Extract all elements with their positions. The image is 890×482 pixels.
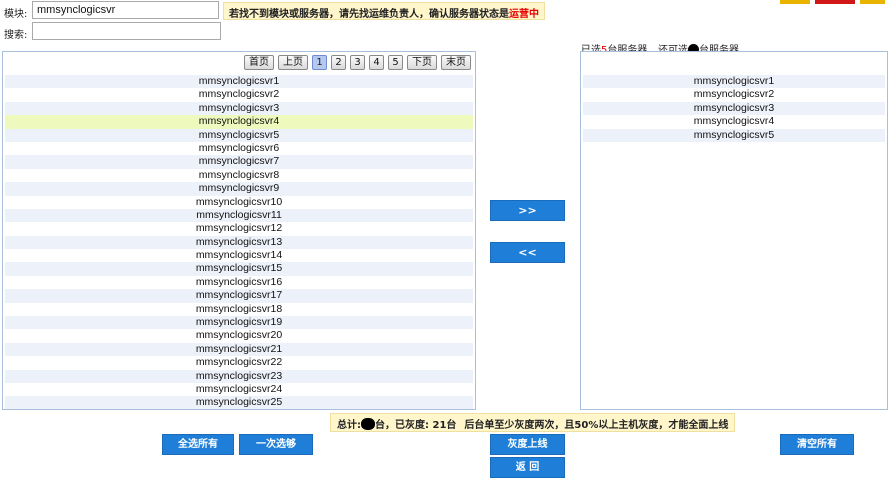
top-banner-decoration: [760, 0, 890, 4]
server-list-item[interactable]: mmsynclogicsvr3: [5, 101, 473, 116]
server-list-item[interactable]: mmsynclogicsvr1: [583, 75, 885, 89]
prev-page-button[interactable]: 上页: [278, 55, 308, 70]
page-2-button[interactable]: 2: [331, 55, 346, 70]
hint-message: 若找不到模块或服务器，请先找运维负责人，确认服务器状态是运营中: [223, 2, 545, 20]
server-list-item[interactable]: mmsynclogicsvr9: [5, 182, 473, 196]
redaction-mark: [361, 418, 375, 430]
server-list-item[interactable]: mmsynclogicsvr19: [5, 316, 473, 330]
select-once-button[interactable]: 一次选够: [239, 434, 313, 455]
total-suffix: 台，已灰度: 21台: [375, 420, 457, 431]
server-list-item[interactable]: mmsynclogicsvr20: [5, 329, 473, 342]
clear-all-button[interactable]: 清空所有: [780, 434, 854, 455]
server-list-item[interactable]: mmsynclogicsvr16: [5, 276, 473, 289]
gray-release-button[interactable]: 灰度上线: [490, 434, 565, 455]
server-list-item[interactable]: mmsynclogicsvr22: [5, 356, 473, 369]
selected-server-panel: mmsynclogicsvr1 mmsynclogicsvr2 mmsynclogi…: [580, 51, 888, 410]
gray-stats-bar: 总计: 台，已灰度: 21台 后台单至少灰度两次，且50%以上主机灰度，才能全面上线: [330, 413, 736, 432]
server-list-item[interactable]: mmsynclogicsvr4: [583, 115, 885, 128]
available-server-list: mmsynclogicsvr1 mmsynclogicsvr2 mmsynclogi…: [5, 75, 473, 409]
next-page-button[interactable]: 下页: [407, 55, 437, 70]
page-1-button[interactable]: 1: [312, 55, 327, 70]
move-left-button[interactable]: <<: [490, 242, 565, 263]
page-3-button[interactable]: 3: [350, 55, 365, 70]
module-label: 模块:: [4, 9, 28, 20]
server-list-item[interactable]: mmsynclogicsvr21: [5, 342, 473, 357]
search-label: 搜索:: [4, 30, 28, 41]
server-list-item[interactable]: mmsynclogicsvr4: [5, 115, 473, 129]
server-list-item[interactable]: mmsynclogicsvr25: [5, 396, 473, 409]
first-page-button[interactable]: 首页: [244, 55, 274, 70]
move-right-button[interactable]: >>: [490, 200, 565, 221]
server-list-item[interactable]: mmsynclogicsvr6: [5, 142, 473, 155]
module-input[interactable]: [32, 1, 219, 19]
hint-status: 运营中: [509, 9, 539, 20]
server-list-item[interactable]: mmsynclogicsvr14: [5, 249, 473, 262]
server-list-item[interactable]: mmsynclogicsvr3: [583, 101, 885, 116]
server-list-item[interactable]: mmsynclogicsvr1: [5, 75, 473, 89]
gray-rule-text: 后台单至少灰度两次，且50%以上主机灰度，才能全面上线: [464, 420, 729, 431]
back-button[interactable]: 返 回: [490, 457, 565, 478]
server-list-item[interactable]: mmsynclogicsvr15: [5, 262, 473, 276]
server-list-item[interactable]: mmsynclogicsvr18: [5, 303, 473, 316]
server-list-item[interactable]: mmsynclogicsvr2: [583, 88, 885, 101]
last-page-button[interactable]: 末页: [441, 55, 471, 70]
total-prefix: 总计:: [337, 420, 361, 431]
page-4-button[interactable]: 4: [369, 55, 384, 70]
server-list-item[interactable]: mmsynclogicsvr11: [5, 208, 473, 223]
hint-text: 若找不到模块或服务器，请先找运维负责人，确认服务器状态是: [229, 9, 509, 20]
available-server-panel: 首页 上页 1 2 3 4 5 下页 末页 mmsynclogicsvr1 mms…: [2, 51, 476, 410]
page-5-button[interactable]: 5: [388, 55, 403, 70]
server-list-item[interactable]: mmsynclogicsvr5: [583, 128, 885, 142]
server-list-item[interactable]: mmsynclogicsvr12: [5, 222, 473, 235]
server-list-item[interactable]: mmsynclogicsvr24: [5, 383, 473, 396]
search-input[interactable]: [32, 22, 221, 40]
server-list-item[interactable]: mmsynclogicsvr10: [5, 196, 473, 209]
server-list-item[interactable]: mmsynclogicsvr5: [5, 128, 473, 142]
server-list-item[interactable]: mmsynclogicsvr7: [5, 155, 473, 169]
server-list-item[interactable]: mmsynclogicsvr23: [5, 369, 473, 383]
pagination: 首页 上页 1 2 3 4 5 下页 末页: [244, 55, 471, 70]
selected-server-list: mmsynclogicsvr1 mmsynclogicsvr2 mmsynclogi…: [583, 75, 885, 142]
server-list-item[interactable]: mmsynclogicsvr2: [5, 88, 473, 101]
server-list-item[interactable]: mmsynclogicsvr13: [5, 235, 473, 250]
server-list-item[interactable]: mmsynclogicsvr17: [5, 289, 473, 303]
select-all-button[interactable]: 全选所有: [162, 434, 234, 455]
server-list-item[interactable]: mmsynclogicsvr8: [5, 169, 473, 182]
